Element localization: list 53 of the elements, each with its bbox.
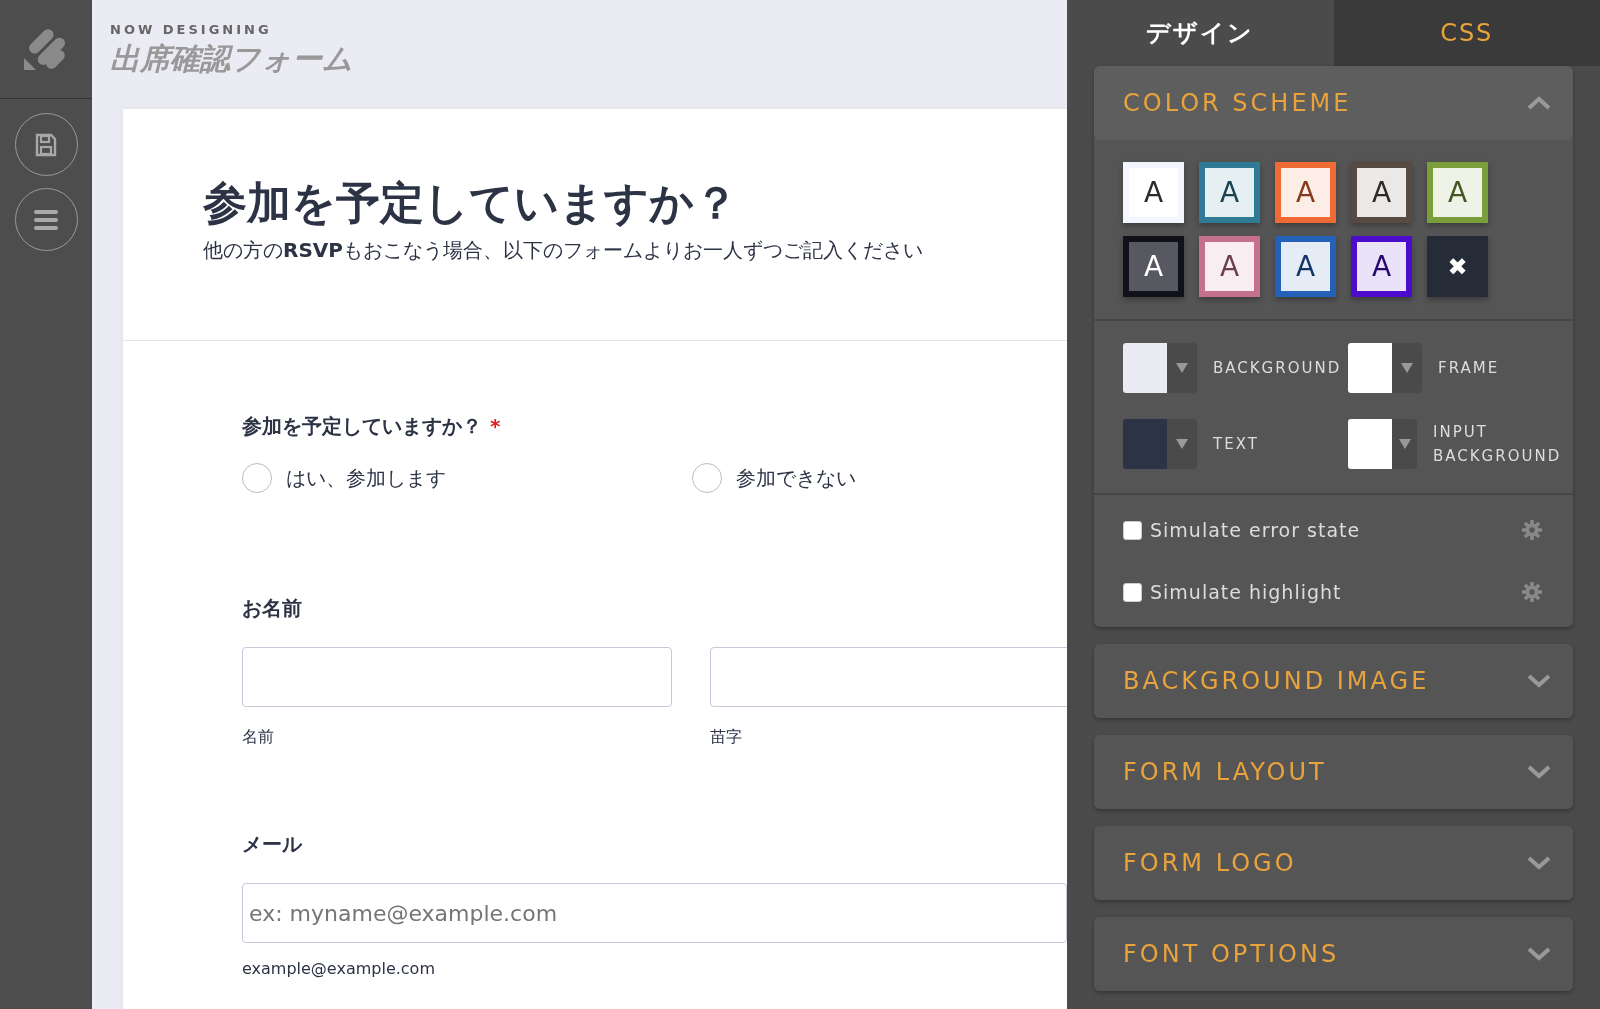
question-label: お名前	[242, 595, 302, 623]
clear-scheme-button[interactable]: ✖	[1427, 236, 1488, 297]
checkbox[interactable]	[1123, 582, 1142, 602]
color-picker[interactable]	[1348, 419, 1417, 469]
required-mark: *	[490, 413, 501, 441]
radio-button[interactable]	[692, 463, 722, 494]
color-label: FRAME	[1438, 358, 1500, 379]
email-field[interactable]: ex: myname@example.com	[242, 883, 1067, 944]
color-scheme-swatch[interactable]: A	[1275, 162, 1336, 223]
form-subheading: 他の方のRSVPもおこなう場合、以下のフォームよりお一人ずつご記入ください	[203, 237, 924, 265]
chevron-down-icon	[1527, 856, 1551, 870]
field-sublabel: example@example.com	[242, 958, 436, 981]
color-scheme-swatch[interactable]: A	[1199, 236, 1260, 297]
color-scheme-swatch[interactable]: A	[1123, 236, 1184, 297]
eyebrow-label: NOW DESIGNING	[110, 21, 273, 39]
chevron-down-icon	[1527, 765, 1551, 779]
form-title: 出席確認フォーム	[110, 43, 354, 74]
color-label: INPUT BACKGROUND	[1433, 422, 1563, 467]
question-label: メール	[242, 831, 302, 859]
color-scheme-swatch[interactable]: A	[1199, 162, 1260, 223]
color-picker[interactable]	[1348, 343, 1422, 393]
color-picker[interactable]	[1123, 343, 1197, 393]
question-label: 参加を予定していますか？	[242, 413, 482, 441]
field-sublabel: 苗字	[710, 726, 743, 749]
option-label: はい、参加します	[286, 465, 446, 493]
color-scheme-swatch[interactable]: A	[1427, 162, 1488, 223]
caret-icon	[1176, 363, 1188, 373]
checkbox[interactable]	[1123, 520, 1142, 540]
color-scheme-swatch[interactable]: A	[1275, 236, 1336, 297]
panel-tab[interactable]: CSS	[1333, 0, 1600, 66]
checkbox-label: Simulate highlight	[1150, 579, 1342, 605]
menu-icon	[34, 209, 58, 230]
color-picker[interactable]	[1123, 419, 1197, 469]
field-sublabel: 名前	[242, 726, 275, 749]
text-field[interactable]	[242, 647, 672, 708]
logo-icon	[24, 26, 68, 72]
radio-option[interactable]: はい、参加します	[242, 463, 692, 494]
text-field[interactable]	[710, 647, 1067, 708]
form-heading: 参加を予定していますか？	[203, 176, 739, 230]
chevron-up-icon	[1527, 96, 1551, 110]
caret-icon	[1176, 439, 1188, 449]
chevron-down-icon	[1527, 947, 1551, 961]
color-label: BACKGROUND	[1213, 358, 1342, 379]
radio-button[interactable]	[242, 463, 272, 494]
color-scheme-swatch[interactable]: A	[1351, 162, 1412, 223]
caret-icon	[1401, 363, 1413, 373]
chevron-down-icon	[1527, 674, 1551, 688]
option-label: 参加できない	[736, 465, 856, 493]
color-label: TEXT	[1213, 434, 1259, 455]
caret-icon	[1398, 439, 1411, 449]
color-scheme-swatch[interactable]: A	[1351, 236, 1412, 297]
checkbox-label: Simulate error state	[1150, 517, 1361, 543]
color-scheme-swatch[interactable]: A	[1123, 162, 1184, 223]
